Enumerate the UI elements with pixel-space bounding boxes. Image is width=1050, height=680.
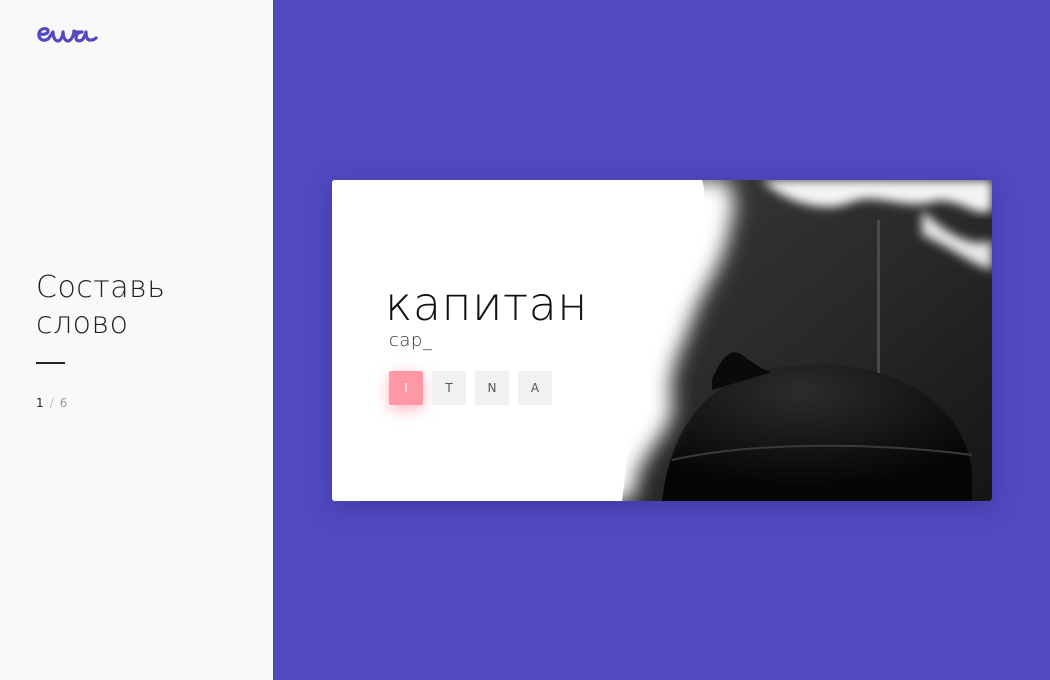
sidebar: Составь слово 1 / 6 xyxy=(0,0,273,680)
letter-tile-a[interactable]: A xyxy=(518,371,552,405)
letter-tile-t[interactable]: T xyxy=(432,371,466,405)
target-word: капитан xyxy=(385,277,588,331)
exercise-progress: 1 / 6 xyxy=(36,396,67,410)
task-title: Составь слово xyxy=(36,270,166,341)
letter-tiles: I T N A xyxy=(389,371,552,405)
answer-progress: cap_ xyxy=(389,330,433,351)
ewa-logo[interactable] xyxy=(36,20,100,46)
title-divider xyxy=(36,362,65,364)
exercise-card: капитан cap_ I T N A xyxy=(332,180,992,501)
progress-current: 1 xyxy=(36,396,44,410)
letter-tile-n[interactable]: N xyxy=(475,371,509,405)
main-area: капитан cap_ I T N A xyxy=(273,0,1050,680)
progress-separator: / xyxy=(49,396,54,410)
letter-tile-i[interactable]: I xyxy=(389,371,423,405)
progress-total: 6 xyxy=(59,396,68,410)
